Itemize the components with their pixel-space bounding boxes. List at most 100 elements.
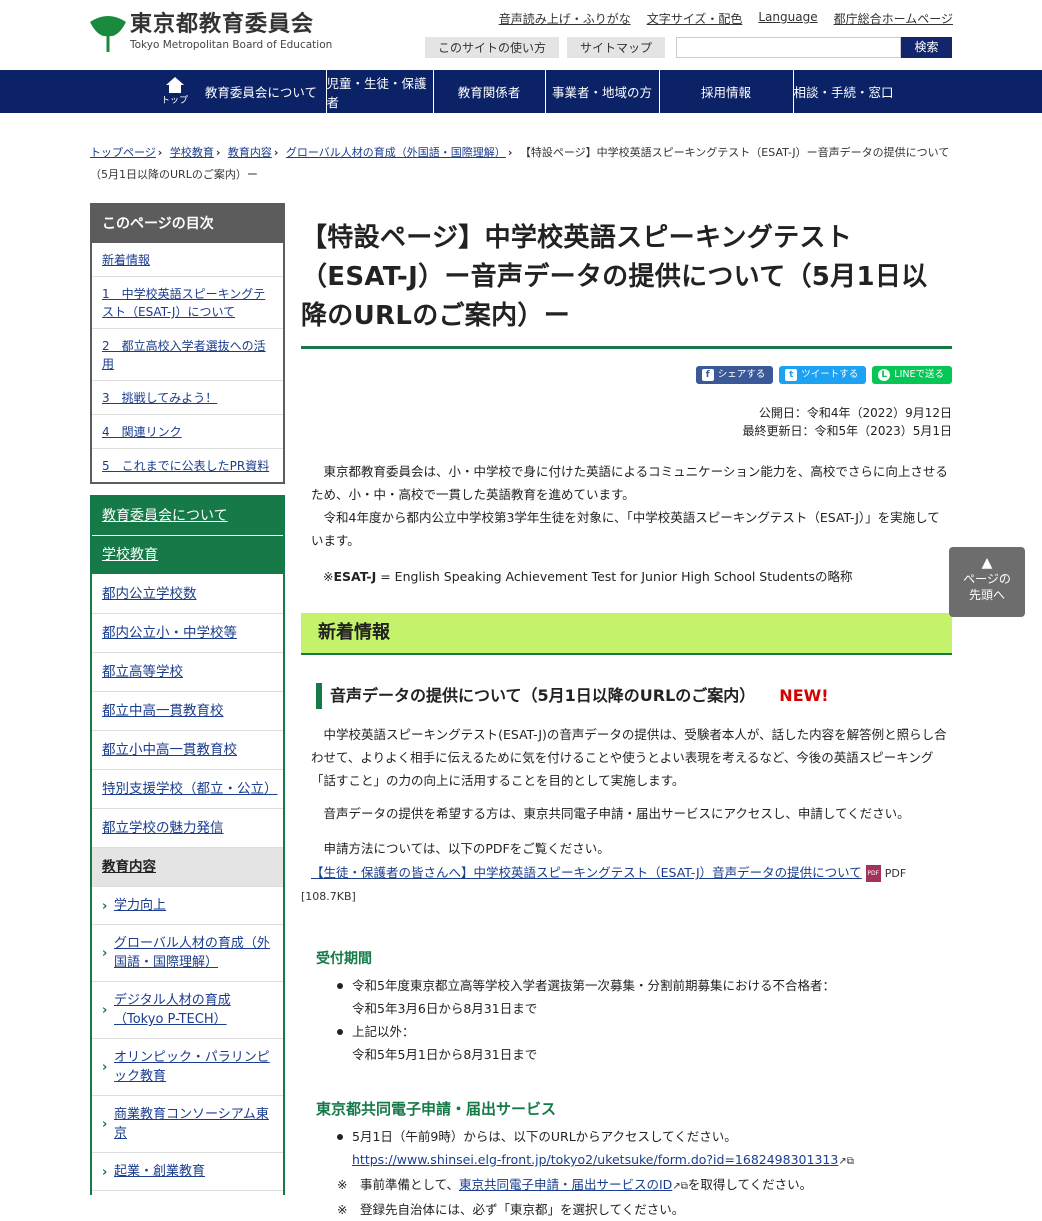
- sidebar: このページの目次 新着情報 1 中学校英語スピーキングテスト（ESAT-J）につ…: [90, 203, 285, 1195]
- chevron-right-icon: ›: [102, 946, 108, 961]
- chevron-right-icon: ›: [102, 1060, 108, 1075]
- logo-text: 東京都教育委員会 Tokyo Metropolitan Board of Edu…: [130, 12, 332, 52]
- chevron-right-icon: ›: [157, 146, 163, 159]
- service-access-text: 5月1日（午前9時）からは、以下のURLからアクセスしてください。: [352, 1129, 737, 1144]
- sidenav-sublink[interactable]: 起業・創業教育: [114, 1164, 205, 1179]
- sidenav-subitem: › 商業教育コンソーシアム東京: [92, 1096, 283, 1153]
- sidenav-sublink[interactable]: グローバル人材の育成（外国語・国際理解）: [114, 936, 270, 970]
- sidenav-sublink[interactable]: 商業教育コンソーシアム東京: [114, 1107, 269, 1141]
- toc-item: 5 これまでに公表したPR資料: [92, 449, 283, 482]
- line-share-button[interactable]: L LINEで送る: [872, 366, 952, 384]
- apply-instruction-text: 音声データの提供を希望する方は、東京共同電子申請・届出サービスにアクセスし、申請…: [323, 806, 910, 821]
- note-text: 事前準備として、: [347, 1177, 459, 1192]
- sidenav-link[interactable]: 特別支援学校（都立・公立）: [102, 781, 278, 797]
- external-link-icon: ↗⧉: [672, 1181, 688, 1192]
- sitemap-button[interactable]: サイトマップ: [566, 37, 665, 58]
- service-url-link[interactable]: https://www.shinsei.elg-front.jp/tokyo2/…: [352, 1152, 838, 1167]
- chevron-right-icon: ›: [102, 1164, 108, 1180]
- nav-about-board[interactable]: 教育委員会について: [197, 70, 327, 113]
- nav-home[interactable]: トップ: [153, 70, 197, 113]
- breadcrumb-link[interactable]: トップページ: [90, 146, 156, 159]
- sidenav-about-link[interactable]: 教育委員会について: [102, 508, 228, 524]
- e-application-list: 5月1日（午前9時）からは、以下のURLからアクセスしてください。 https:/…: [301, 1125, 952, 1173]
- list-item: 令和5年度東京都立高等学校入学者選抜第一次募集・分割前期募集における不合格者： 令…: [337, 974, 952, 1020]
- arrow-up-icon: ▲: [981, 555, 993, 571]
- service-id-link[interactable]: 東京共同電子申請・届出サービスのID: [459, 1177, 672, 1192]
- facebook-share-button[interactable]: f シェアする: [695, 366, 774, 384]
- metro-home-link[interactable]: 都庁総合ホームページ: [834, 10, 953, 27]
- read-aloud-link[interactable]: 音声読み上げ・ふりがな: [499, 10, 631, 27]
- nav-recruitment[interactable]: 採用情報: [660, 70, 794, 113]
- reception-period-heading: 受付期間: [316, 951, 372, 967]
- sidenav-sublink[interactable]: オリンピック・パラリンピック教育: [114, 1050, 270, 1084]
- main-content: 【特設ページ】中学校英語スピーキングテスト（ESAT-J）ー音声データの提供につ…: [301, 203, 952, 1221]
- sidenav-item: 都内公立小・中学校等: [92, 614, 283, 653]
- toc-link[interactable]: 新着情報: [102, 253, 150, 267]
- back-to-top-button[interactable]: ▲ ページの 先頭へ: [949, 547, 1025, 617]
- toc-link[interactable]: 5 これまでに公表したPR資料: [102, 459, 269, 473]
- sidenav-school-link[interactable]: 学校教育: [102, 547, 158, 563]
- updated-date: 最終更新日：令和5年（2023）5月1日: [742, 424, 952, 438]
- logo-title-ja: 東京都教育委員会: [130, 12, 315, 37]
- breadcrumb-link[interactable]: グローバル人材の育成（外国語・国際理解）: [286, 146, 506, 159]
- search-button[interactable]: 検索: [901, 37, 952, 58]
- chevron-right-icon: ›: [102, 898, 108, 914]
- sidenav-item: 都立小中高一貫教育校: [92, 731, 283, 770]
- note-line: ※ 登録先自治体には、必ず「東京都」を選択してください。: [337, 1202, 685, 1217]
- toc-link[interactable]: 3 挑戦してみよう！: [102, 391, 217, 405]
- search-input[interactable]: [676, 37, 901, 58]
- intro-paragraph: 東京都教育委員会は、小・中学校で身に付けた英語によるコミュニケーション能力を、高…: [311, 464, 948, 502]
- sidenav-item: 都内公立学校数: [92, 575, 283, 614]
- toc-item: 3 挑戦してみよう！: [92, 381, 283, 415]
- sidenav-link[interactable]: 都立小中高一貫教育校: [102, 742, 237, 758]
- language-link[interactable]: Language: [758, 10, 817, 27]
- sidenav-item-selected: 教育内容: [92, 848, 283, 887]
- sidenav-link-selected[interactable]: 教育内容: [102, 859, 156, 875]
- note-mark: ※: [337, 1177, 348, 1192]
- sidenav-head: 教育委員会について: [92, 497, 283, 536]
- breadcrumb-link[interactable]: 学校教育: [170, 146, 214, 159]
- nav-students-parents[interactable]: 児童・生徒・保護者: [327, 70, 434, 113]
- text-size-link[interactable]: 文字サイズ・配色: [647, 10, 743, 27]
- list-item: 5月1日（午前9時）からは、以下のURLからアクセスしてください。 https:/…: [337, 1125, 952, 1173]
- site-logo[interactable]: 東京都教育委員会 Tokyo Metropolitan Board of Edu…: [88, 12, 332, 58]
- breadcrumb-link[interactable]: 教育内容: [228, 146, 272, 159]
- sidenav-link[interactable]: 都立高等学校: [102, 664, 183, 680]
- service-notes: ※ 事前準備として、東京共同電子申請・届出サービスのID↗⧉を取得してください。…: [301, 1173, 952, 1221]
- sidenav-link[interactable]: 都内公立小・中学校等: [102, 625, 237, 641]
- list-item: 上記以外： 令和5年5月1日から8月31日まで: [337, 1020, 952, 1066]
- pdf-file-icon: PDF: [865, 865, 881, 882]
- header-tools: このサイトの使い方 サイトマップ 検索: [424, 37, 952, 58]
- pdf-intro-text: 申請方法については、以下のPDFをご覧ください。: [323, 841, 610, 856]
- chevron-right-icon: ›: [215, 146, 221, 159]
- sidenav-sublink[interactable]: 学力向上: [114, 898, 166, 913]
- sidenav-link[interactable]: 都立学校の魅力発信: [102, 820, 224, 836]
- period-dates: 令和5年5月1日から8月31日まで: [352, 1047, 538, 1062]
- sidenav-item: 都立学校の魅力発信: [92, 809, 283, 848]
- reception-period-list: 令和5年度東京都立高等学校入学者選抜第一次募集・分割前期募集における不合格者： 令…: [301, 974, 952, 1066]
- twitter-share-button[interactable]: t ツイートする: [779, 366, 867, 384]
- site-usage-button[interactable]: このサイトの使い方: [424, 37, 559, 58]
- nav-business-community[interactable]: 事業者・地域の方: [546, 70, 660, 113]
- pdf-download: 【生徒・保護者の皆さんへ】中学校英語スピーキングテスト（ESAT-J）音声データ…: [301, 862, 952, 908]
- pdf-link[interactable]: 【生徒・保護者の皆さんへ】中学校英語スピーキングテスト（ESAT-J）音声データ…: [311, 865, 862, 880]
- back-to-top-label: 先頭へ: [968, 588, 1005, 602]
- toc-title: このページの目次: [92, 205, 283, 243]
- nav-consultation[interactable]: 相談・手続・窓口: [794, 70, 894, 113]
- chevron-right-icon: ›: [507, 146, 513, 159]
- sidenav-subitem: › 学力向上: [92, 887, 283, 925]
- toc-link[interactable]: 4 関連リンク: [102, 425, 182, 439]
- sidenav-sublink[interactable]: デジタル人材の育成（Tokyo P-TECH）: [114, 993, 231, 1027]
- twitter-share-label: ツイートする: [801, 369, 859, 380]
- sidenav-link[interactable]: 都内公立学校数: [102, 586, 197, 602]
- toc-link[interactable]: 2 都立高校入学者選抜への活用: [102, 339, 266, 371]
- note-text: を取得してください。: [687, 1177, 813, 1192]
- sidenav-link[interactable]: 都立中高一貫教育校: [102, 703, 224, 719]
- nav-educators[interactable]: 教育関係者: [434, 70, 546, 113]
- period-label: 上記以外：: [352, 1024, 415, 1039]
- pdf-type: PDF: [884, 867, 907, 880]
- pdf-size: [108.7KB]: [301, 890, 356, 903]
- toc-link[interactable]: 1 中学校英語スピーキングテスト（ESAT-J）について: [102, 287, 265, 319]
- home-icon: [165, 77, 184, 93]
- page-toc: このページの目次 新着情報 1 中学校英語スピーキングテスト（ESAT-J）につ…: [90, 203, 285, 484]
